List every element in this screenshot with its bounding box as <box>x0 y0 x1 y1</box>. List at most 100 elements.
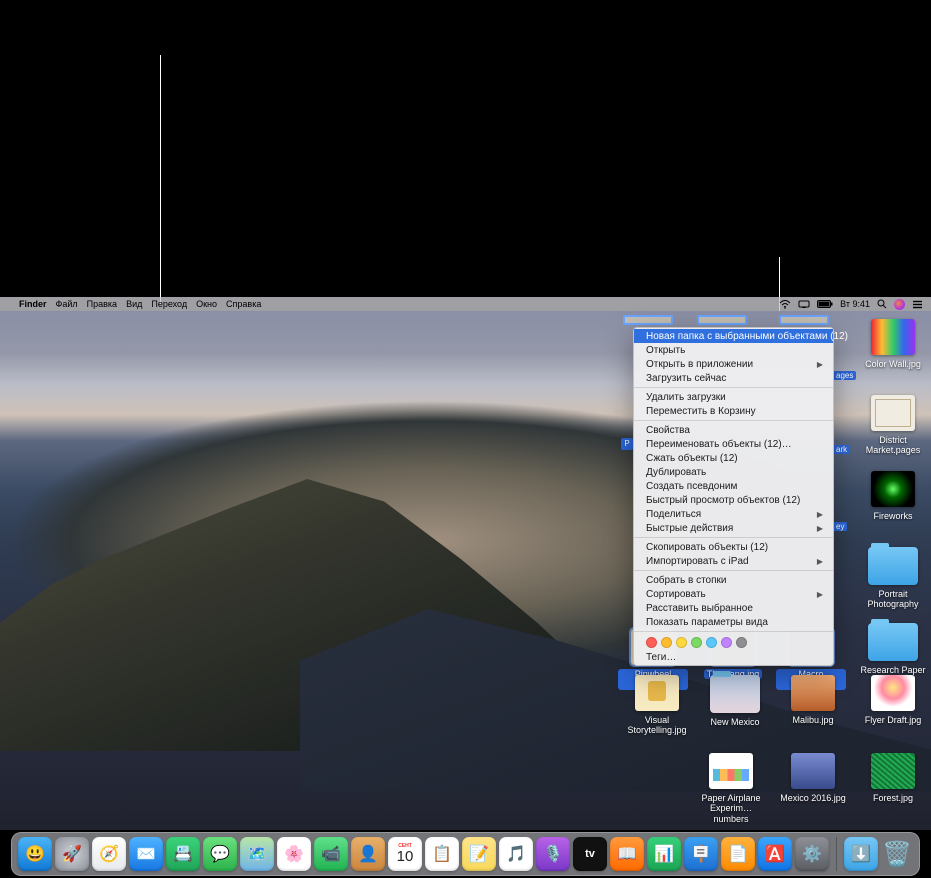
desktop-icon[interactable]: Research Paper <box>858 623 928 675</box>
dock-safari[interactable]: 🧭 <box>92 837 126 871</box>
dock-maps[interactable]: 🗺️ <box>240 837 274 871</box>
menubar-right: Вт 9:41 <box>779 299 931 310</box>
facetime-icon: 📹 <box>321 844 341 864</box>
tag-color-dot[interactable] <box>691 637 702 648</box>
spotlight-icon[interactable] <box>877 299 887 309</box>
desktop-icon[interactable]: District Market.pages <box>858 395 928 456</box>
sel-thumb-3[interactable] <box>779 315 829 325</box>
thumbnail <box>710 675 760 713</box>
selected-row-peek <box>623 315 838 325</box>
ctx-item[interactable]: Скопировать объекты (12) <box>634 540 833 554</box>
thumbnail <box>871 395 915 431</box>
menubar-app-name[interactable]: Finder <box>19 299 47 309</box>
sel-thumb-2[interactable] <box>697 315 747 325</box>
dock-appstore[interactable]: 🅰️ <box>758 837 792 871</box>
ctx-item[interactable]: Поделиться▶ <box>634 507 833 521</box>
dock-tv[interactable]: tv <box>573 837 607 871</box>
battery-icon[interactable] <box>817 300 833 308</box>
airplay-icon[interactable] <box>798 300 810 309</box>
dock-mail[interactable]: ✉️ <box>129 837 163 871</box>
desktop-icon[interactable]: Portrait Photography <box>858 547 928 610</box>
contacts-icon: 👤 <box>358 844 378 864</box>
tag-color-dot[interactable] <box>736 637 747 648</box>
ctx-item[interactable]: Сжать объекты (12) <box>634 451 833 465</box>
sel-badge-park: ark <box>833 439 850 457</box>
dock-wrap: 😃🚀🧭✉️📇💬🗺️🌸 📹 👤 СЕНТ10 📋 📝 🎵🎙️tv📖 📊 🪧 📄 🅰️ ⚙️ ⬇️🗑️ <box>0 830 931 878</box>
desktop-icon[interactable]: Color Wall.jpg <box>858 319 928 369</box>
ctx-item[interactable]: Быстрые действия▶ <box>634 521 833 535</box>
notification-center-icon[interactable] <box>912 300 923 309</box>
numbers-icon: 📊 <box>654 844 674 864</box>
tag-color-dot[interactable] <box>646 637 657 648</box>
sel-badge-p: P <box>621 438 633 450</box>
dock-notes[interactable]: 📝 <box>462 837 496 871</box>
dock-facetime[interactable]: 📹 <box>314 837 348 871</box>
dock-numbers[interactable]: 📊 <box>647 837 681 871</box>
dock-trash[interactable]: 🗑️ <box>881 837 913 871</box>
dock-keynote[interactable]: 🪧 <box>684 837 718 871</box>
dock-downloads[interactable]: ⬇️ <box>844 837 878 871</box>
dock-reminders[interactable]: 📋 <box>425 837 459 871</box>
menu-window[interactable]: Окно <box>196 299 217 309</box>
tag-color-dot[interactable] <box>721 637 732 648</box>
keynote-icon: 🪧 <box>691 844 711 864</box>
submenu-arrow-icon: ▶ <box>817 510 823 519</box>
dock-messages[interactable]: 💬 <box>203 837 237 871</box>
ctx-item[interactable]: Показать параметры вида <box>634 615 833 629</box>
dock-finder[interactable]: 😃 <box>18 837 52 871</box>
icon-forest[interactable]: Forest.jpg <box>858 753 928 803</box>
dock-music[interactable]: 🎵 <box>499 837 533 871</box>
ctx-tags[interactable]: Теги… <box>634 650 833 664</box>
ctx-item[interactable]: Открыть <box>634 343 833 357</box>
menu-help[interactable]: Справка <box>226 299 261 309</box>
siri-icon[interactable] <box>894 299 905 310</box>
menubar-clock[interactable]: Вт 9:41 <box>840 299 870 309</box>
dock-contacts[interactable]: 👤 <box>351 837 385 871</box>
icon-mexico-2016[interactable]: Mexico 2016.jpg <box>778 753 848 803</box>
submenu-arrow-icon: ▶ <box>817 360 823 369</box>
dock-preferences[interactable]: ⚙️ <box>795 837 829 871</box>
ctx-item[interactable]: Создать псевдоним <box>634 479 833 493</box>
ctx-item[interactable]: Загрузить сейчас <box>634 371 833 385</box>
ctx-item[interactable]: Свойства <box>634 423 833 437</box>
menu-file[interactable]: Файл <box>56 299 78 309</box>
ctx-item[interactable]: Собрать в стопки <box>634 573 833 587</box>
wifi-icon[interactable] <box>779 299 791 309</box>
ctx-item[interactable]: Импортировать с iPad▶ <box>634 554 833 568</box>
ctx-item[interactable]: Переместить в Корзину <box>634 404 833 418</box>
icon-malibu[interactable]: Malibu.jpg <box>778 675 848 725</box>
notes-icon: 📝 <box>469 844 489 864</box>
ctx-item[interactable]: Расставить выбранное <box>634 601 833 615</box>
menu-edit[interactable]: Правка <box>87 299 117 309</box>
menu-view[interactable]: Вид <box>126 299 142 309</box>
icon-new-mexico[interactable]: New Mexico <box>700 675 770 727</box>
dock-launchpad[interactable]: 🚀 <box>55 837 89 871</box>
dock-podcasts[interactable]: 🎙️ <box>536 837 570 871</box>
sel-thumb-1[interactable] <box>623 315 673 325</box>
dock-separator <box>836 837 837 871</box>
ctx-new-folder-with-selection[interactable]: Новая папка с выбранными объектами (12) <box>634 329 833 343</box>
appstore-icon: 🅰️ <box>765 844 785 864</box>
icon-flyer-draft[interactable]: Flyer Draft.jpg <box>858 675 928 725</box>
dock-contacts-like[interactable]: 📇 <box>166 837 200 871</box>
icon-paper-airplane[interactable]: Paper Airplane Experim…numbers <box>696 753 766 824</box>
trash-icon: 🗑️ <box>882 840 912 869</box>
tag-color-dot[interactable] <box>661 637 672 648</box>
reminders-icon: 📋 <box>432 844 452 864</box>
icon-visual-storytelling[interactable]: Visual Storytelling.jpg <box>622 675 692 736</box>
dock-calendar[interactable]: СЕНТ10 <box>388 837 422 871</box>
tag-color-dot[interactable] <box>676 637 687 648</box>
dock-photos[interactable]: 🌸 <box>277 837 311 871</box>
tag-color-dot[interactable] <box>706 637 717 648</box>
top-black-area <box>0 0 931 297</box>
desktop-icon[interactable]: Fireworks <box>858 471 928 521</box>
menu-go[interactable]: Переход <box>151 299 187 309</box>
ctx-item[interactable]: Открыть в приложении▶ <box>634 357 833 371</box>
ctx-item[interactable]: Переименовать объекты (12)… <box>634 437 833 451</box>
dock-books[interactable]: 📖 <box>610 837 644 871</box>
ctx-item[interactable]: Сортировать▶ <box>634 587 833 601</box>
dock-pages[interactable]: 📄 <box>721 837 755 871</box>
ctx-item[interactable]: Удалить загрузки <box>634 390 833 404</box>
ctx-item[interactable]: Дублировать <box>634 465 833 479</box>
ctx-item[interactable]: Быстрый просмотр объектов (12) <box>634 493 833 507</box>
